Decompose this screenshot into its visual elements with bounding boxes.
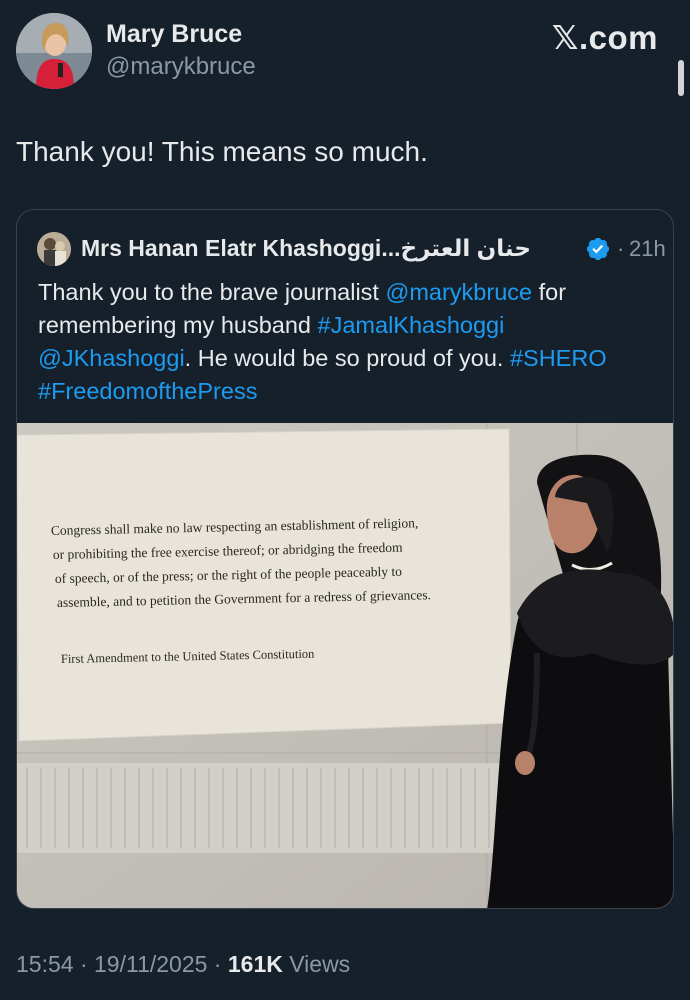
text-fragment: . He would be so proud of you. [184, 345, 510, 371]
text-fragment: remembering my husband [38, 312, 318, 338]
avatar-image [16, 13, 92, 89]
quoted-text-line-2: remembering my husband #JamalKhashoggi [38, 309, 658, 342]
verified-badge-icon [586, 237, 610, 261]
quoted-text-line-3: @JKhashoggi. He would be so proud of you… [38, 342, 658, 375]
photo-image: Congress shall make no law respecting an… [17, 423, 673, 908]
quoted-text-line-1: Thank you to the brave journalist @maryk… [38, 276, 658, 309]
author-avatar[interactable] [16, 13, 92, 89]
quoted-author-avatar[interactable] [37, 232, 71, 266]
mention-link[interactable]: @JKhashoggi [38, 345, 185, 371]
author-name[interactable]: Mary Bruce [106, 20, 242, 49]
quoted-avatar-image [37, 232, 71, 266]
scroll-indicator [678, 60, 684, 96]
tweet-text: Thank you! This means so much. [16, 136, 428, 167]
views-count[interactable]: 161K [228, 951, 283, 977]
hashtag-link[interactable]: #SHERO [510, 345, 607, 371]
separator: · [207, 951, 228, 977]
tweet-time[interactable]: 15:54 [16, 951, 74, 977]
hashtag-link[interactable]: #FreedomofthePress [38, 378, 257, 404]
mention-link[interactable]: @marykbruce [385, 279, 532, 305]
author-handle[interactable]: @marykbruce [106, 53, 256, 81]
text-fragment: Thank you to the brave journalist [38, 279, 386, 305]
quoted-text-line-4: #FreedomofthePress [38, 375, 658, 408]
tweet-metadata: 15:54 · 19/11/2025 · 161K Views [16, 951, 350, 978]
separator: · [73, 951, 95, 977]
quoted-author-name[interactable]: Mrs Hanan Elatr Khashoggi...حنان العترخ [81, 235, 531, 262]
views-label: Views [282, 951, 351, 977]
quoted-tweet-header: Mrs Hanan Elatr Khashoggi...حنان العترخ … [37, 232, 666, 266]
hashtag-link[interactable]: #JamalKhashoggi [318, 312, 505, 338]
quoted-tweet-text: Thank you to the brave journalist @maryk… [38, 276, 658, 408]
x-logo-text: .com [578, 19, 658, 56]
text-fragment: for [532, 279, 567, 305]
quoted-tweet-photo[interactable]: Congress shall make no law respecting an… [17, 423, 673, 908]
time-separator: · [617, 236, 625, 261]
x-icon: 𝕏 [551, 18, 579, 57]
tweet-header: Mary Bruce @marykbruce 𝕏.com [0, 0, 690, 100]
quoted-tweet[interactable]: Mrs Hanan Elatr Khashoggi...حنان العترخ … [16, 209, 674, 909]
quoted-timestamp[interactable]: 21h [629, 236, 666, 262]
tweet-date[interactable]: 19/11/2025 [94, 951, 207, 977]
x-logo[interactable]: 𝕏.com [552, 18, 658, 57]
